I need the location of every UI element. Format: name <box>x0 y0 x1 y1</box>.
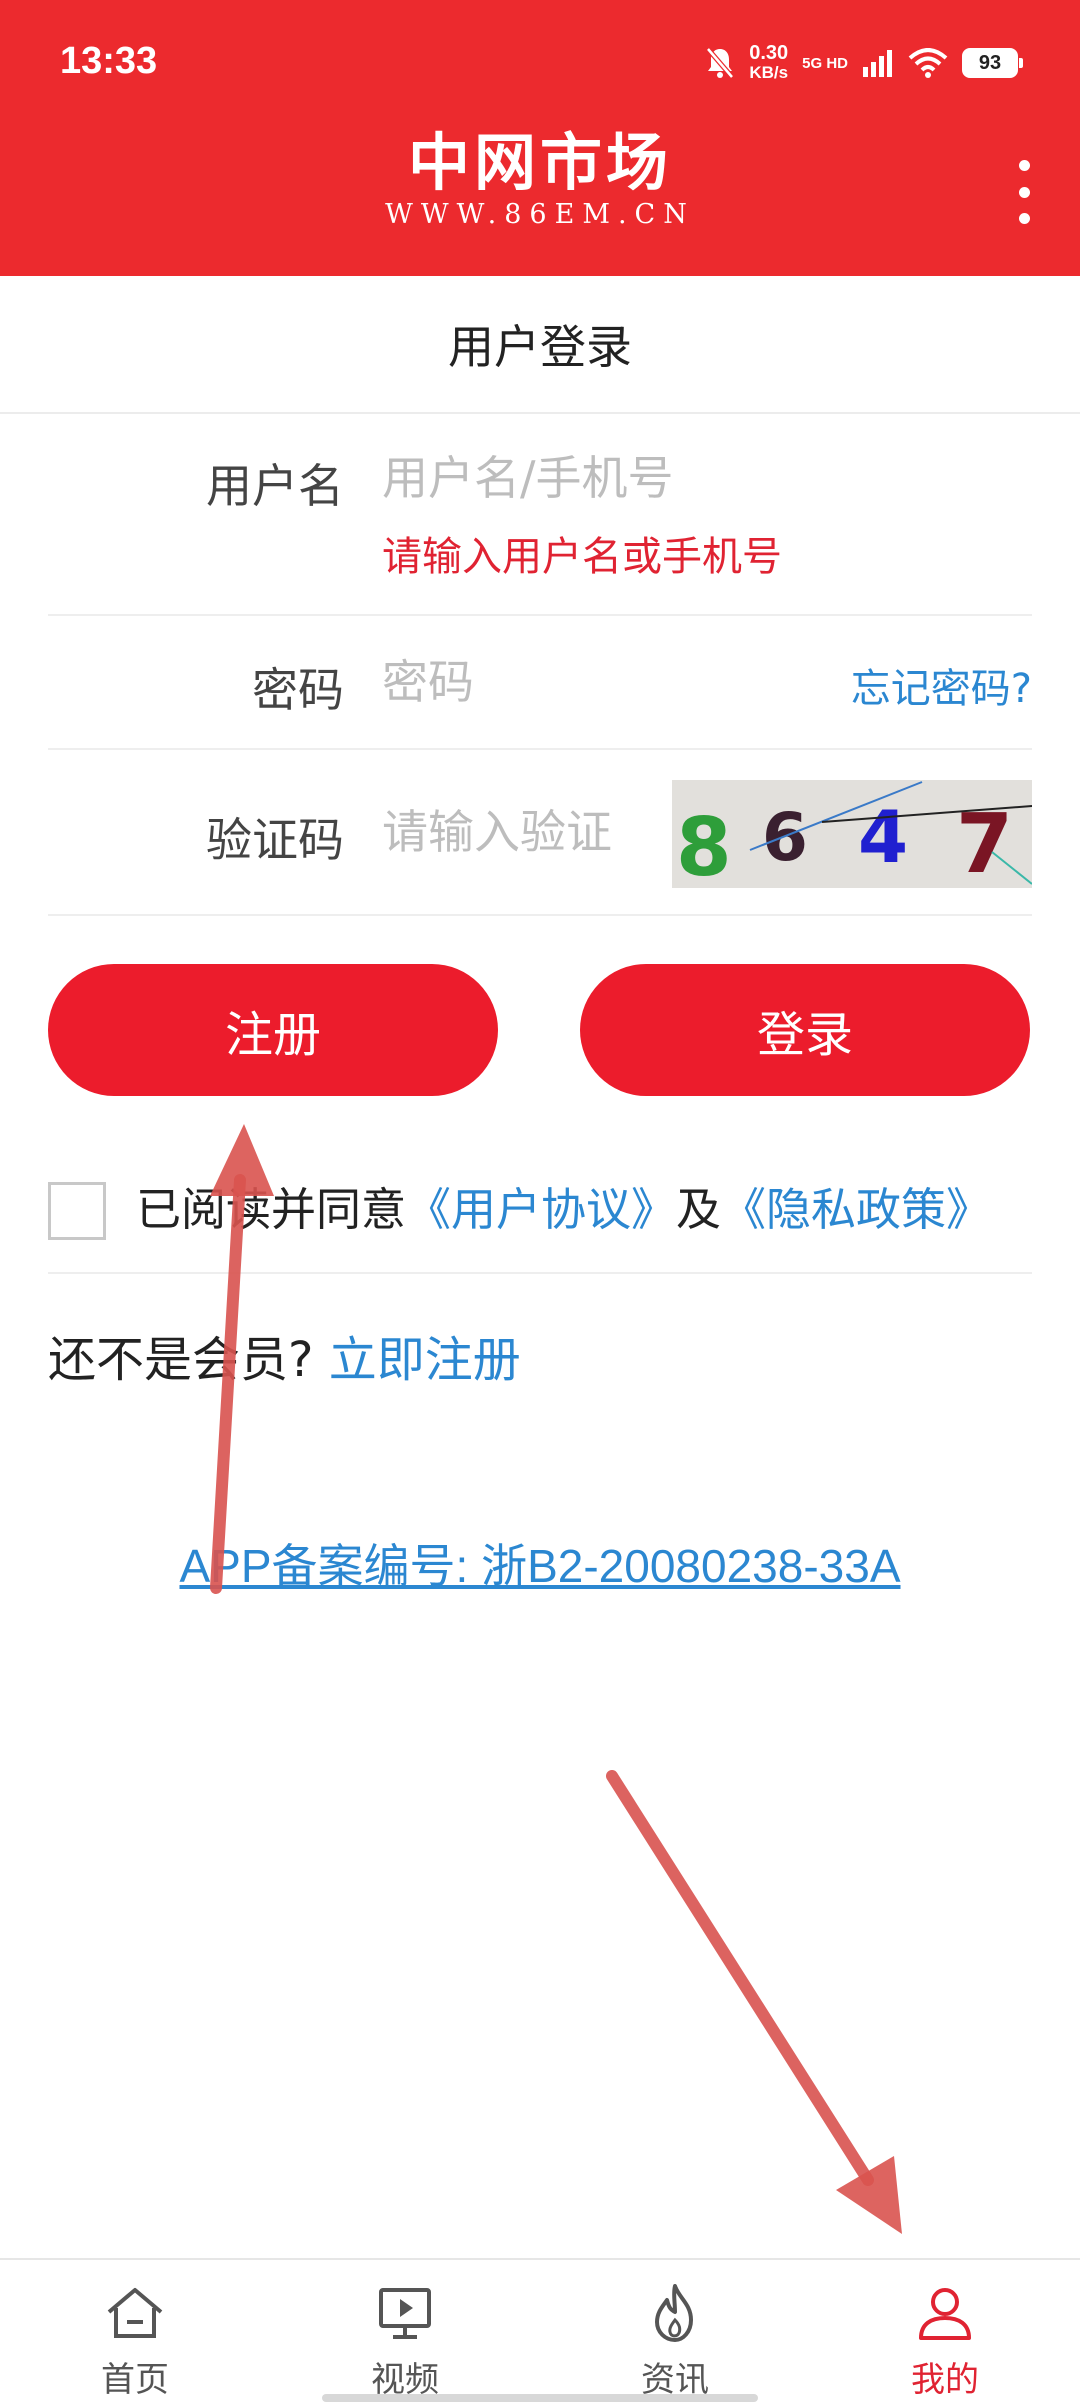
status-time: 13:33 <box>60 40 158 82</box>
app-logo: 中网市场 WWW.86EM.CN <box>0 130 1080 232</box>
privacy-policy-link[interactable]: 《隐私政策》 <box>721 1183 991 1236</box>
nav-home-label: 首页 <box>101 2360 169 2400</box>
bottom-nav: 首页 视频 资讯 我的 <box>0 2258 1080 2408</box>
network-speed: 0.30 KB/s <box>749 42 789 82</box>
captcha-input[interactable] <box>382 802 652 862</box>
agreement-checkbox[interactable] <box>48 1182 106 1240</box>
status-icons: 0.30 KB/s 5G HD 93 <box>705 40 1023 86</box>
app-header: 13:33 0.30 KB/s 5G HD 93 中网市场 WWW.86EM.C… <box>0 0 1080 276</box>
user-agreement-link[interactable]: 《用户协议》 <box>406 1183 676 1236</box>
svg-text:8: 8 <box>676 801 732 888</box>
nav-home[interactable]: 首页 <box>0 2260 270 2408</box>
password-input[interactable] <box>382 652 742 712</box>
battery-indicator: 93 <box>962 48 1023 78</box>
username-label: 用户名 <box>206 459 344 513</box>
register-now-link[interactable]: 立即注册 <box>329 1332 521 1388</box>
icp-record-link[interactable]: APP备案编号: 浙B2-20080238-33A <box>0 1530 1080 1596</box>
logo-title: 中网市场 <box>407 126 672 199</box>
flame-icon <box>655 2284 693 2342</box>
forgot-password-link[interactable]: 忘记密码? <box>851 656 1032 714</box>
username-input[interactable] <box>382 448 942 508</box>
logo-subtitle: WWW.86EM.CN <box>385 199 695 230</box>
nav-mine[interactable]: 我的 <box>810 2260 1080 2408</box>
login-button[interactable]: 登录 <box>580 964 1030 1096</box>
username-row: 用户名 请输入用户名或手机号 <box>48 414 1032 616</box>
captcha-label: 验证码 <box>206 813 344 867</box>
svg-text:6: 6 <box>762 799 808 876</box>
gesture-bar[interactable] <box>322 2394 758 2402</box>
nav-news[interactable]: 资讯 <box>540 2260 810 2408</box>
nav-video[interactable]: 视频 <box>270 2260 540 2408</box>
home-icon <box>107 2288 163 2338</box>
agreement-text: 已阅读并同意《用户协议》及《隐私政策》 <box>136 1183 992 1236</box>
mute-bell-icon <box>706 47 735 79</box>
captcha-image[interactable]: 8 6 4 7 <box>672 780 1032 888</box>
password-row: 密码 忘记密码? <box>48 616 1032 750</box>
wifi-icon <box>908 48 948 78</box>
member-prompt: 还不是会员? 立即注册 <box>48 1332 521 1388</box>
captcha-row: 验证码 8 6 4 7 <box>48 750 1032 916</box>
page-title: 用户登录 <box>0 276 1080 414</box>
video-icon <box>379 2288 431 2339</box>
user-icon <box>919 2288 971 2340</box>
username-error: 请输入用户名或手机号 <box>382 534 782 580</box>
agreement-row: 已阅读并同意《用户协议》及《隐私政策》 <box>48 1172 1032 1274</box>
login-screen: 13:33 0.30 KB/s 5G HD 93 中网市场 WWW.86EM.C… <box>0 0 1080 2408</box>
signal-icon <box>863 50 892 77</box>
nav-mine-label: 我的 <box>911 2360 979 2400</box>
network-type: 5G HD <box>802 54 848 72</box>
more-menu-icon[interactable] <box>1004 160 1044 224</box>
svg-text:4: 4 <box>858 795 908 879</box>
password-label: 密码 <box>252 663 344 717</box>
register-button[interactable]: 注册 <box>48 964 498 1096</box>
captcha-code-graphic: 8 6 4 7 <box>672 780 1032 888</box>
